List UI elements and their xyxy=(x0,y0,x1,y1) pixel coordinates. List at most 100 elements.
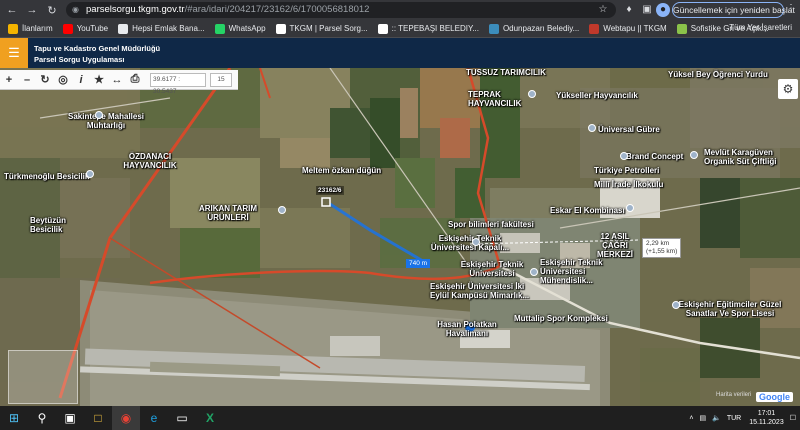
bookmark-item[interactable]: TKGM | Parsel Sorg... xyxy=(275,23,368,34)
place-pin-icon[interactable] xyxy=(86,170,94,178)
place-tp[interactable]: Türkiye Petrolleri xyxy=(594,166,659,175)
clock-date: 15.11.2023 xyxy=(749,419,784,426)
satellite-map[interactable]: TUSSUZ TARIMCILIK Yüksel Bey Öğrenci Yur… xyxy=(0,68,800,406)
place-pin-icon[interactable] xyxy=(588,124,596,132)
clock[interactable]: 17:01 15.11.2023 xyxy=(749,409,784,427)
place-beytuzun[interactable]: Beytüzün Besicilik xyxy=(30,216,90,234)
place-pin-icon[interactable] xyxy=(278,206,286,214)
notification-icon[interactable]: ☐ xyxy=(790,414,796,422)
chevron-up-icon[interactable]: ˄ xyxy=(689,415,693,422)
place-pin-icon[interactable] xyxy=(530,268,538,276)
google-logo[interactable]: Google xyxy=(756,392,793,402)
all-bookmarks[interactable]: Tüm Yer İşaretleri xyxy=(729,23,792,32)
bookmark-favicon-icon xyxy=(8,23,18,34)
windows-start-icon[interactable]: ⊞ xyxy=(0,406,28,430)
file-explorer-icon[interactable]: □ xyxy=(84,406,112,430)
print-icon[interactable]: ⎙ xyxy=(126,71,144,89)
place-lise[interactable]: Eskişehir Eğitimciler Güzel Sanatlar Ve … xyxy=(676,300,784,318)
place-sakintepe[interactable]: Sakintepe Mahallesi Muhtarlığı xyxy=(66,112,146,130)
place-pin-icon[interactable] xyxy=(672,301,680,309)
bookmark-favicon-icon xyxy=(589,23,600,34)
app-title-org: Tapu ve Kadastro Genel Müdürlüğü xyxy=(34,44,161,53)
refresh-icon[interactable]: ↻ xyxy=(36,71,54,89)
place-pin-icon[interactable] xyxy=(626,204,634,212)
forward-icon[interactable]: → xyxy=(24,2,40,18)
search-icon[interactable]: ⚲ xyxy=(28,406,56,430)
place-turkmen[interactable]: Türkmenoğlu Besicilik xyxy=(4,172,89,181)
bookmark-item[interactable]: WhatsApp xyxy=(214,23,266,34)
address-bar[interactable]: ◉ parselsorgu.tkgm.gov.tr/#ara/idari/204… xyxy=(66,2,616,18)
star-icon[interactable]: ☆ xyxy=(596,3,610,17)
place-arikan[interactable]: ARIKAN TARIM ÜRÜNLERİ xyxy=(198,204,258,222)
bookmark-item[interactable]: Webtapu || TKGM xyxy=(589,23,667,34)
measure-icon[interactable]: ↔ xyxy=(108,71,126,89)
sidepanel-icon[interactable]: ▣ xyxy=(640,3,654,17)
info-icon[interactable]: i xyxy=(72,71,90,89)
place-brand[interactable]: Brand Concept xyxy=(626,152,683,161)
store-icon[interactable]: ▭ xyxy=(168,406,196,430)
profile-avatar[interactable]: ● xyxy=(656,3,670,17)
zoom-level[interactable]: 15 xyxy=(210,72,232,87)
place-etu3[interactable]: Eskişehir Teknik Üniversitesi Mühendisli… xyxy=(540,258,640,285)
bookmark-list: İlanlarım YouTube Hepsi Emlak Bana... Whats… xyxy=(8,23,779,34)
bookmark-label: TKGM | Parsel Sorg... xyxy=(289,24,368,33)
app-header: ☰ Tapu ve Kadastro Genel Müdürlüğü Parse… xyxy=(0,38,800,68)
reload-icon[interactable]: ↻ xyxy=(44,2,60,18)
bookmark-label: WhatsApp xyxy=(228,24,266,33)
place-tussuz[interactable]: TUSSUZ TARIMCILIK xyxy=(466,68,546,77)
clock-time: 17:01 xyxy=(757,410,776,417)
place-pin-icon[interactable] xyxy=(620,152,628,160)
app-title-app: Parsel Sorgu Uygulaması xyxy=(34,55,125,64)
kebab-menu-icon[interactable]: ⋮ xyxy=(786,3,796,14)
bookmark-star-icon[interactable]: ★ xyxy=(90,71,108,89)
place-teprak[interactable]: TEPRAK HAYVANCILIK xyxy=(468,90,528,108)
network-icon[interactable]: ▤ xyxy=(699,414,706,422)
place-etu2[interactable]: Eskişehir Teknik Üniversitesi xyxy=(452,260,532,278)
update-restart-button[interactable]: Güncellemek için yeniden başlat xyxy=(672,2,795,18)
place-pin-icon[interactable] xyxy=(528,90,536,98)
locate-icon[interactable]: ◎ xyxy=(54,71,72,89)
place-milli[interactable]: Millî İrade İlkokulu xyxy=(594,180,663,189)
place-pin-icon[interactable] xyxy=(95,111,103,119)
place-pin-icon[interactable] xyxy=(690,151,698,159)
url-path: /#ara/idari/204217/23162/6/1700056818012 xyxy=(184,4,370,15)
extensions-icon[interactable]: ♦ xyxy=(622,3,636,17)
place-mevlut[interactable]: Mevlüt Karagüven Organik Süt Çiftliği xyxy=(704,148,796,166)
place-yurdu[interactable]: Yüksel Bey Öğrenci Yurdu xyxy=(668,70,768,79)
place-etu1[interactable]: Eskişehir Teknik Üniversitesi Kapalı... xyxy=(424,234,516,252)
bookmark-item[interactable]: :: TEPEBAŞI BELEDIY... xyxy=(377,23,479,34)
bookmark-item[interactable]: YouTube xyxy=(62,23,108,34)
place-eskar[interactable]: Eskar El Kombinası xyxy=(550,206,625,215)
site-info-icon[interactable]: ◉ xyxy=(72,2,79,18)
parcel-label[interactable]: 23162/6 xyxy=(316,186,344,195)
map-credit[interactable]: Harita verileri xyxy=(716,392,751,398)
chrome-icon[interactable]: ◉ xyxy=(112,406,140,430)
place-iki[interactable]: Eskişehir Üniversitesi İki Eylül Kampüsü… xyxy=(430,282,530,300)
place-spor[interactable]: Spor bilimleri fakültesi xyxy=(448,220,534,229)
place-muttalip[interactable]: Muttalip Spor Kompleksi xyxy=(514,314,608,323)
task-view-icon[interactable]: ▣ xyxy=(56,406,84,430)
bookmark-item[interactable]: İlanlarım xyxy=(8,23,53,34)
coordinate-readout: 39.6177 : 30.5437 xyxy=(150,72,206,95)
back-icon[interactable]: ← xyxy=(4,2,20,18)
bookmark-favicon-icon xyxy=(62,23,73,34)
place-pin-icon[interactable] xyxy=(472,238,480,246)
settings-gear-icon[interactable]: ⚙ xyxy=(778,79,798,99)
bookmark-item[interactable]: Odunpazarı Belediy... xyxy=(488,23,579,34)
place-meltem[interactable]: Meltem özkan düğün xyxy=(302,166,381,175)
place-hasan[interactable]: Hasan Polatkan Havalimanı xyxy=(432,320,502,338)
hamburger-menu-icon[interactable]: ☰ xyxy=(0,38,28,68)
volume-icon[interactable]: 🔈 xyxy=(712,414,721,422)
measure-distance-label: 2,29 km (+1,55 km) xyxy=(642,238,682,258)
bookmark-label: :: TEPEBAŞI BELEDIY... xyxy=(391,24,479,33)
zoom-in-icon[interactable]: + xyxy=(0,71,18,89)
language-indicator[interactable]: TUR xyxy=(727,415,741,422)
excel-icon[interactable]: X xyxy=(196,406,224,430)
bookmark-item[interactable]: Hepsi Emlak Bana... xyxy=(118,23,205,34)
place-ozdanaci[interactable]: ÖZDANACI HAYVANCILIK xyxy=(120,152,180,170)
place-gubre[interactable]: Üniversal Gübre xyxy=(598,125,660,134)
place-cagri[interactable]: 12 ASIL ÇAĞRI MERKEZİ xyxy=(590,232,640,259)
edge-icon[interactable]: e xyxy=(140,406,168,430)
place-yukseller[interactable]: Yükseller Hayvancılık xyxy=(556,91,638,100)
zoom-out-icon[interactable]: – xyxy=(18,71,36,89)
